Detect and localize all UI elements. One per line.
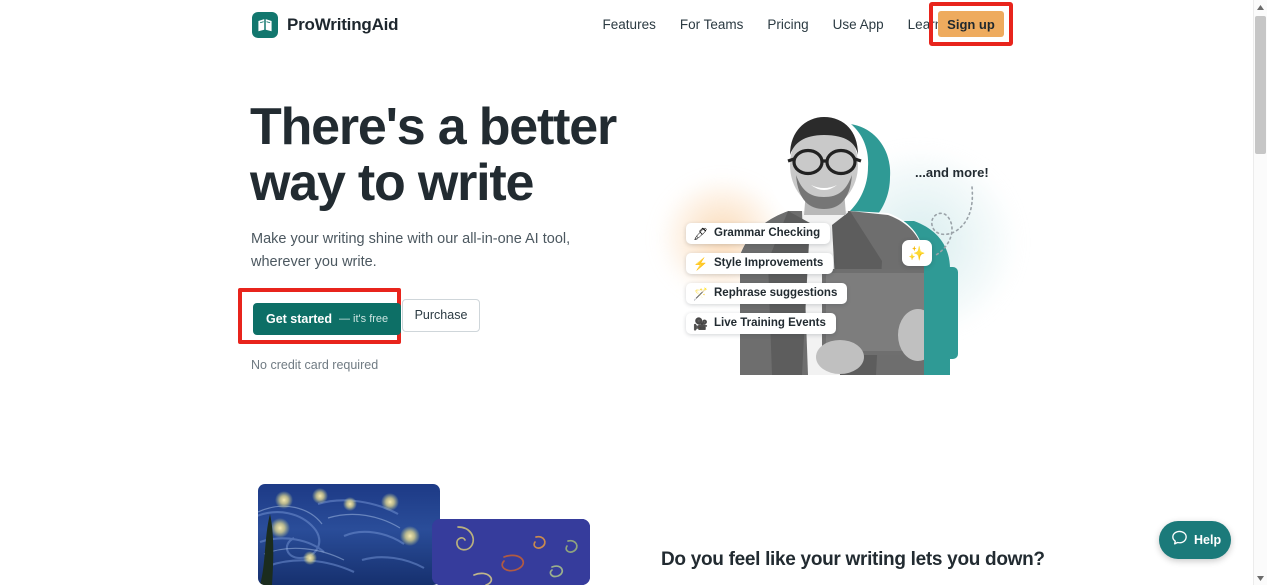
vertical-scrollbar[interactable] (1253, 0, 1267, 585)
scroll-up-arrow-icon[interactable] (1254, 0, 1267, 14)
scrollbar-thumb[interactable] (1255, 16, 1266, 154)
signup-button[interactable]: Sign up (938, 11, 1004, 37)
movie-camera-icon: 🎥 (693, 316, 708, 331)
feature-chip: ⚡ Style Improvements (686, 253, 834, 274)
hero-illustration: 🖋 Grammar Checking ⚡ Style Improvements … (650, 95, 1050, 375)
open-book-icon (252, 12, 278, 38)
help-widget-button[interactable]: Help (1159, 521, 1231, 559)
fountain-pen-icon: 🖋 (693, 226, 709, 241)
magic-wand-icon: 🪄 (693, 286, 708, 301)
nav-item-for-teams[interactable]: For Teams (668, 12, 756, 38)
lightning-bolt-icon: ⚡ (693, 256, 708, 271)
browser-viewport: ProWritingAid Features For Teams Pricing… (0, 0, 1267, 585)
brand-name: ProWritingAid (287, 15, 399, 34)
feature-chip: 🪄 Rephrase suggestions (686, 283, 848, 304)
purchase-button[interactable]: Purchase (402, 299, 480, 332)
blue-doodle-card (432, 519, 590, 585)
nav-item-features[interactable]: Features (591, 12, 668, 38)
starry-night-image (258, 484, 440, 585)
get-started-sublabel: — it's free (339, 313, 389, 325)
hero-subheading: Make your writing shine with our all-in-… (251, 231, 571, 270)
nav-item-pricing[interactable]: Pricing (755, 12, 820, 38)
signup-highlight-annotation: Sign up (929, 2, 1013, 46)
page-title: There's a better way to write (250, 98, 617, 212)
nav-item-use-app[interactable]: Use App (821, 12, 896, 38)
site-header: ProWritingAid Features For Teams Pricing… (0, 0, 1253, 50)
feature-chip-label: Style Improvements (714, 256, 824, 269)
help-widget-label: Help (1194, 532, 1222, 547)
and-more-annotation: ...and more! (915, 165, 989, 180)
feature-chip: 🖋 Grammar Checking (686, 223, 831, 244)
feature-chip-label: Live Training Events (714, 316, 826, 329)
page-content: ProWritingAid Features For Teams Pricing… (0, 0, 1253, 585)
get-started-highlight-annotation: Get started — it's free (238, 288, 402, 344)
feature-chip-label: Grammar Checking (714, 226, 821, 239)
chat-bubble-icon (1171, 529, 1188, 551)
feature-chip-list: 🖋 Grammar Checking ⚡ Style Improvements … (686, 223, 886, 343)
hero-cta-row: Get started — it's free Purchase (238, 288, 498, 344)
sparkles-icon: ✨ (902, 240, 932, 266)
scroll-down-arrow-icon[interactable] (1254, 571, 1267, 585)
get-started-label: Get started (266, 312, 332, 326)
section-heading: Do you feel like your writing lets you d… (661, 549, 1045, 570)
get-started-button[interactable]: Get started — it's free (253, 303, 402, 335)
no-credit-card-note: No credit card required (251, 358, 379, 372)
brand-logo-link[interactable]: ProWritingAid (252, 12, 399, 38)
feature-chip: 🎥 Live Training Events (686, 313, 836, 334)
feature-chip-label: Rephrase suggestions (714, 286, 838, 299)
